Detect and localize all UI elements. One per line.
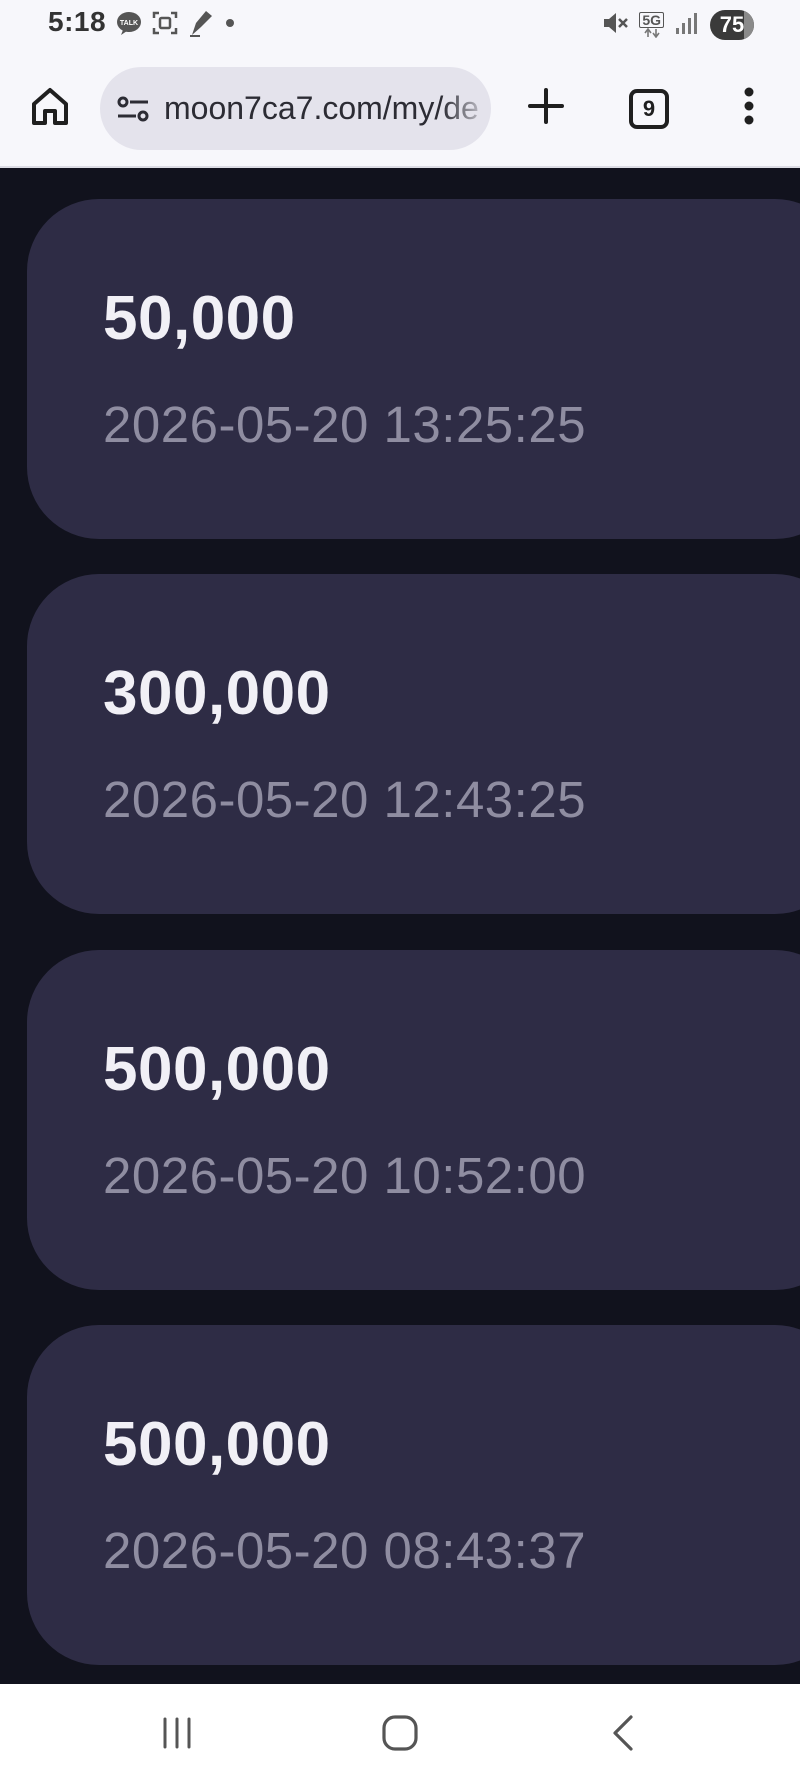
address-bar[interactable]: moon7ca7.com/my/de <box>100 67 491 150</box>
record-amount: 500,000 <box>103 1035 331 1104</box>
back-icon <box>609 1714 637 1757</box>
mute-icon <box>601 10 629 41</box>
tab-switcher-icon[interactable]: 9 <box>629 89 669 129</box>
record-datetime: 2026-05-20 10:52:00 <box>103 1147 587 1204</box>
record-amount: 500,000 <box>103 1410 331 1479</box>
more-vert-icon <box>743 86 755 131</box>
status-bar: 5:18 TALK 5G 75 <box>0 0 800 50</box>
record-card[interactable]: 500,000 2026-05-20 10:52:00 <box>27 950 800 1290</box>
network-label: 5G <box>639 12 664 28</box>
record-datetime: 2026-05-20 13:25:25 <box>103 396 587 453</box>
record-datetime: 2026-05-20 08:43:37 <box>103 1522 587 1579</box>
home-icon <box>29 85 71 132</box>
recent-apps-icon <box>159 1716 195 1755</box>
record-amount: 50,000 <box>103 284 296 353</box>
record-amount: 300,000 <box>103 659 331 728</box>
record-card[interactable]: 50,000 2026-05-20 13:25:25 <box>27 199 800 539</box>
battery-level: 75 <box>719 12 745 37</box>
back-button[interactable] <box>598 1712 648 1758</box>
record-card[interactable]: 500,000 2026-05-20 08:43:37 <box>27 1325 800 1665</box>
home-nav-button[interactable] <box>375 1712 425 1758</box>
5g-data-icon: 5G <box>639 12 664 38</box>
recent-apps-button[interactable] <box>152 1712 202 1758</box>
home-button[interactable] <box>26 84 74 132</box>
screenshot-icon <box>152 10 178 41</box>
browser-toolbar: moon7ca7.com/my/de 9 <box>0 50 800 168</box>
more-notifications-dot-icon <box>224 16 236 34</box>
more-options-button[interactable] <box>734 84 764 132</box>
tab-count: 9 <box>642 96 656 121</box>
system-nav-bar <box>0 1684 800 1784</box>
records-list[interactable]: 50,000 2026-05-20 13:25:25 300,000 2026-… <box>0 168 800 1684</box>
record-card[interactable]: 300,000 2026-05-20 12:43:25 <box>27 574 800 914</box>
notification-icons: TALK <box>116 10 236 40</box>
signal-icon <box>674 11 700 40</box>
pen-app-icon <box>188 9 214 42</box>
home-circle-icon <box>381 1714 419 1757</box>
record-datetime: 2026-05-20 12:43:25 <box>103 771 587 828</box>
site-info-icon[interactable] <box>116 92 150 126</box>
url-text[interactable]: moon7ca7.com/my/de <box>164 90 491 127</box>
system-icons: 5G 75 <box>601 9 754 41</box>
new-tab-button[interactable] <box>522 84 570 132</box>
battery-icon: 75 <box>710 10 754 40</box>
svg-text:TALK: TALK <box>120 20 138 27</box>
plus-icon <box>527 87 565 130</box>
talk-notification-icon: TALK <box>116 11 142 40</box>
status-time: 5:18 <box>48 6 107 37</box>
